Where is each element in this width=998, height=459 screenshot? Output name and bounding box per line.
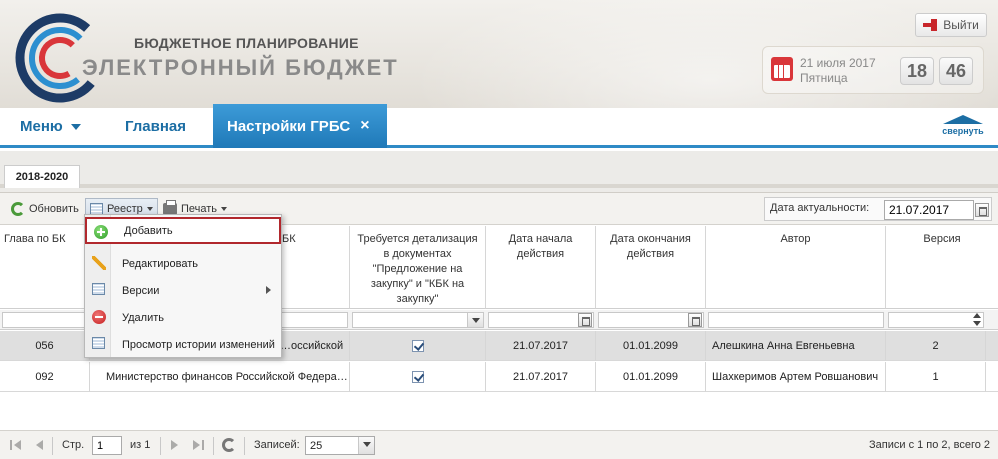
next-page-icon[interactable] (170, 440, 182, 450)
calendar-picker-icon[interactable] (688, 313, 702, 327)
cell-name: Министерство финансов Российской Федера… (90, 362, 350, 392)
pager-separator (52, 437, 53, 455)
app-header: БЮДЖЕТНОЕ ПЛАНИРОВАНИЕ ЭЛЕКТРОННЫЙ БЮДЖЕ… (0, 0, 998, 108)
menu-item-label: Добавить (124, 224, 173, 237)
close-icon[interactable]: × (360, 117, 369, 135)
cell-code: 056 (0, 331, 90, 361)
chevron-down-icon[interactable] (467, 313, 483, 327)
menu-item-history[interactable]: Просмотр истории изменений (85, 331, 281, 358)
chevron-down-icon (146, 207, 153, 211)
cell-end-date: 01.01.2099 (596, 362, 706, 392)
history-icon (92, 337, 105, 349)
edit-icon (92, 256, 106, 270)
current-weekday: Пятница (800, 71, 848, 85)
first-page-icon[interactable] (10, 440, 22, 450)
logout-button[interactable]: Выйти (915, 13, 987, 37)
refresh-icon[interactable] (222, 438, 236, 452)
delete-icon (92, 310, 106, 324)
cell-end-date: 01.01.2099 (596, 331, 706, 361)
menu-item-label: Удалить (122, 311, 164, 324)
current-date: 21 июля 2017 (800, 56, 876, 70)
nav-tab-grbs-settings[interactable]: Настройки ГРБС × (213, 104, 387, 148)
filter-end-date[interactable] (598, 312, 704, 328)
nav-tab-label: Настройки ГРБС (227, 117, 351, 135)
logout-label: Выйти (943, 18, 979, 32)
pager-separator (160, 437, 161, 455)
records-per-page-select[interactable]: 25 (305, 436, 375, 455)
brand-subtitle: БЮДЖЕТНОЕ ПЛАНИРОВАНИЕ (134, 35, 359, 51)
spinner-icon[interactable] (970, 312, 984, 328)
brand-title: ЭЛЕКТРОННЫЙ БЮДЖЕТ (82, 55, 399, 80)
clock-minutes: 46 (939, 57, 973, 85)
filter-detail[interactable] (352, 312, 484, 328)
cell-version: 1 (886, 362, 986, 392)
nav-home[interactable]: Главная (125, 118, 186, 135)
cell-detail (350, 331, 486, 361)
date-time-panel: 21 июля 2017 Пятница 18 46 (762, 46, 984, 94)
registry-dropdown-menu: Добавить Редактировать Версии Удалить Пр… (84, 214, 282, 358)
pager-separator (244, 437, 245, 455)
tab-period[interactable]: 2018-2020 (4, 165, 80, 188)
actual-date-input[interactable] (884, 200, 974, 220)
page-input[interactable] (92, 436, 122, 455)
page-label: Стр. (62, 439, 85, 451)
actual-date-label: Дата актуальности: (770, 202, 870, 214)
column-header-start-date[interactable]: Дата начала действия (486, 226, 596, 309)
clock-hours: 18 (900, 57, 934, 85)
main-navbar: Меню Главная (0, 108, 998, 148)
table-row[interactable]: 092 Министерство финансов Российской Фед… (0, 362, 998, 392)
chevron-down-icon[interactable] (358, 437, 374, 454)
pager-separator (213, 437, 214, 455)
chevron-down-icon (70, 124, 81, 131)
cell-start-date: 21.07.2017 (486, 331, 596, 361)
cell-detail (350, 362, 486, 392)
prev-page-icon[interactable] (32, 440, 44, 450)
cell-version: 2 (886, 331, 986, 361)
menu-item-edit[interactable]: Редактировать (85, 250, 281, 277)
cell-author: Шахкеримов Артем Ровшанович (706, 362, 886, 392)
checkbox-checked (411, 340, 424, 352)
add-icon (94, 225, 108, 239)
collapse-icon (943, 115, 983, 124)
menu-item-label: Просмотр истории изменений (122, 338, 275, 351)
filter-start-date[interactable] (488, 312, 594, 328)
versions-icon (92, 283, 105, 295)
calendar-icon (771, 57, 793, 81)
menu-item-label: Версии (122, 284, 160, 297)
period-tabstrip: 2018-2020 (0, 161, 998, 188)
page-count: из 1 (130, 439, 151, 451)
collapse-label: свернуть (942, 126, 984, 136)
refresh-label: Обновить (29, 203, 79, 215)
collapse-button[interactable]: свернуть (940, 115, 986, 136)
refresh-button[interactable]: Обновить (6, 198, 84, 220)
column-header-end-date[interactable]: Дата окончания действия (596, 226, 706, 309)
records-per-page-value: 25 (310, 440, 323, 452)
nav-menu[interactable]: Меню (20, 118, 81, 135)
column-header-code[interactable]: Глава по БК (0, 226, 90, 309)
column-header-version[interactable]: Версия (886, 226, 998, 309)
logout-icon (923, 19, 938, 31)
chevron-right-icon (266, 286, 271, 294)
menu-item-add[interactable]: Добавить (85, 217, 281, 244)
cell-code: 092 (0, 362, 90, 392)
records-summary: Записи с 1 по 2, всего 2 (869, 439, 991, 451)
cell-author: Алешкина Анна Евгеньевна (706, 331, 886, 361)
nav-menu-label: Меню (20, 118, 63, 135)
column-header-author[interactable]: Автор (706, 226, 886, 309)
chevron-down-icon (221, 207, 228, 211)
checkbox-checked (411, 371, 424, 383)
filter-author[interactable] (708, 312, 884, 328)
menu-item-versions[interactable]: Версии (85, 277, 281, 304)
filter-code[interactable] (2, 312, 88, 328)
pager-bar: Стр. из 1 Записей: 25 Записи с 1 по 2, в… (0, 430, 998, 459)
cell-start-date: 21.07.2017 (486, 362, 596, 392)
refresh-icon (11, 202, 25, 216)
column-header-detail[interactable]: Требуется детализация в документах "Пред… (350, 226, 486, 309)
calendar-picker-icon[interactable] (578, 313, 592, 327)
calendar-picker-icon[interactable] (975, 203, 989, 217)
menu-item-delete[interactable]: Удалить (85, 304, 281, 331)
menu-item-label: Редактировать (122, 257, 198, 270)
last-page-icon[interactable] (192, 440, 204, 450)
records-label: Записей: (254, 439, 300, 451)
